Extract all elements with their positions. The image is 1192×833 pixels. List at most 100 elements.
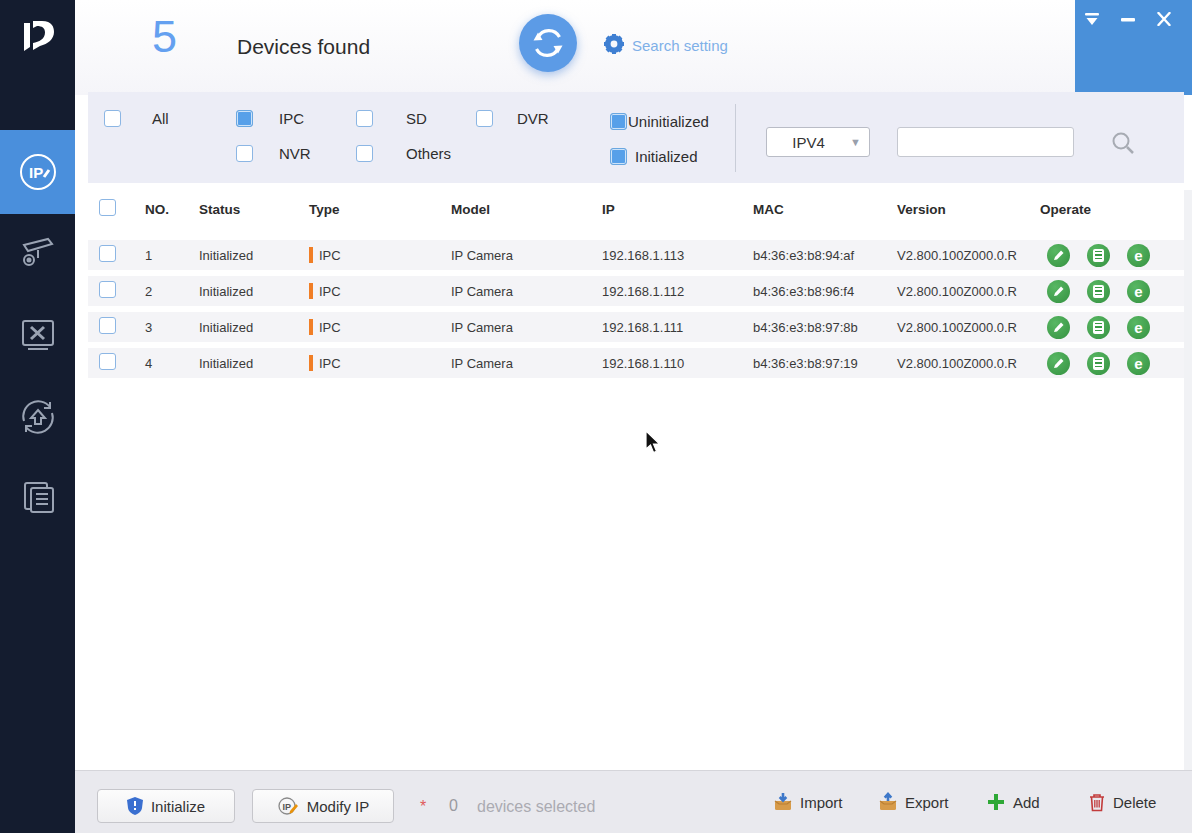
table-row: 3 Initialized IPC IP Camera 192.168.1.11… bbox=[88, 308, 1184, 344]
device-table: NO. Status Type Model IP MAC Version Ope… bbox=[88, 190, 1184, 380]
row-checkbox[interactable] bbox=[99, 317, 116, 334]
sidebar-item-reports[interactable] bbox=[0, 460, 75, 534]
cell-model: IP Camera bbox=[440, 284, 591, 299]
sidebar-item-ip-search[interactable]: IP bbox=[0, 130, 75, 214]
cell-version: V2.800.100Z000.0.R bbox=[886, 284, 1029, 299]
col-status: Status bbox=[188, 202, 298, 217]
filter-label-uninitialized: Uninitialized bbox=[628, 113, 709, 130]
export-label: Export bbox=[905, 794, 948, 811]
delete-label: Delete bbox=[1113, 794, 1156, 811]
chevron-down-icon: ▼ bbox=[850, 136, 861, 148]
cell-mac: b4:36:e3:b8:96:f4 bbox=[742, 284, 886, 299]
filter-checkbox-uninitialized[interactable] bbox=[610, 113, 627, 130]
main-panel: 5 Devices found Search setting bbox=[75, 0, 1192, 833]
filter-checkbox-nvr[interactable] bbox=[236, 145, 253, 162]
open-browser-button[interactable]: e bbox=[1127, 280, 1150, 303]
filter-label-sd: SD bbox=[406, 110, 427, 127]
edit-device-button[interactable] bbox=[1047, 280, 1070, 303]
import-label: Import bbox=[800, 794, 843, 811]
add-button[interactable]: Add bbox=[986, 792, 1040, 812]
required-asterisk: * bbox=[420, 798, 426, 816]
ip-version-select[interactable]: IPV4 ▼ bbox=[766, 127, 870, 157]
page-title: Devices found bbox=[237, 35, 370, 59]
cell-type: IPC bbox=[298, 319, 440, 335]
initialize-button[interactable]: Initialize bbox=[97, 789, 235, 823]
cell-mac: b4:36:e3:b8:94:af bbox=[742, 248, 886, 263]
cell-version: V2.800.100Z000.0.R bbox=[886, 248, 1029, 263]
filter-checkbox-sd[interactable] bbox=[356, 110, 373, 127]
export-button[interactable]: Export bbox=[878, 792, 948, 812]
refresh-button[interactable] bbox=[519, 14, 577, 72]
mouse-cursor bbox=[645, 430, 663, 456]
cell-mac: b4:36:e3:b8:97:8b bbox=[742, 320, 886, 335]
search-icon[interactable] bbox=[1110, 130, 1136, 160]
cell-version: V2.800.100Z000.0.R bbox=[886, 320, 1029, 335]
table-row: 4 Initialized IPC IP Camera 192.168.1.11… bbox=[88, 344, 1184, 380]
cell-type: IPC bbox=[298, 247, 440, 263]
search-setting-gear-icon[interactable] bbox=[603, 33, 625, 55]
sidebar-item-system-maintenance[interactable] bbox=[0, 297, 75, 371]
cell-no: 4 bbox=[134, 356, 188, 371]
filter-label-ipc: IPC bbox=[279, 110, 304, 127]
cell-mac: b4:36:e3:b8:97:19 bbox=[742, 356, 886, 371]
col-operate: Operate bbox=[1029, 202, 1184, 217]
col-model: Model bbox=[440, 202, 591, 217]
modify-ip-label: Modify IP bbox=[307, 798, 370, 815]
edit-device-button[interactable] bbox=[1047, 352, 1070, 375]
modify-ip-button[interactable]: IP Modify IP bbox=[252, 789, 394, 823]
edit-device-button[interactable] bbox=[1047, 244, 1070, 267]
cell-ip: 192.168.1.112 bbox=[591, 284, 742, 299]
minimize-icon[interactable] bbox=[1119, 10, 1137, 28]
row-checkbox[interactable] bbox=[99, 353, 116, 370]
delete-button[interactable]: Delete bbox=[1088, 792, 1156, 812]
search-input[interactable] bbox=[897, 127, 1074, 157]
cell-no: 3 bbox=[134, 320, 188, 335]
device-details-button[interactable] bbox=[1087, 352, 1110, 375]
filter-label-initialized: Initialized bbox=[635, 148, 698, 165]
cell-ip: 192.168.1.111 bbox=[591, 320, 742, 335]
device-details-button[interactable] bbox=[1087, 280, 1110, 303]
devices-found-count: 5 bbox=[152, 11, 177, 63]
cell-model: IP Camera bbox=[440, 320, 591, 335]
collapse-window-icon[interactable] bbox=[1083, 10, 1101, 28]
open-browser-button[interactable]: e bbox=[1127, 244, 1150, 267]
filter-panel: All IPC SD DVR NVR Others bbox=[88, 92, 1184, 183]
col-mac: MAC bbox=[742, 202, 886, 217]
select-all-checkbox[interactable] bbox=[99, 199, 116, 216]
window-titlebar bbox=[1075, 0, 1192, 95]
table-row: 1 Initialized IPC IP Camera 192.168.1.11… bbox=[88, 236, 1184, 272]
filter-checkbox-ipc[interactable] bbox=[236, 110, 253, 127]
footer-toolbar: Initialize IP Modify IP * 0 devices sele… bbox=[75, 770, 1192, 833]
sidebar-item-upgrade[interactable] bbox=[0, 380, 75, 454]
filter-checkbox-dvr[interactable] bbox=[476, 110, 493, 127]
cell-model: IP Camera bbox=[440, 356, 591, 371]
cell-no: 2 bbox=[134, 284, 188, 299]
row-checkbox[interactable] bbox=[99, 281, 116, 298]
filter-label-others: Others bbox=[406, 145, 451, 162]
open-browser-button[interactable]: e bbox=[1127, 352, 1150, 375]
config-tool-window: IP bbox=[0, 0, 1192, 833]
filter-label-all: All bbox=[152, 110, 169, 127]
import-button[interactable]: Import bbox=[773, 792, 843, 812]
sidebar-item-device-config[interactable] bbox=[0, 214, 75, 288]
initialize-label: Initialize bbox=[151, 798, 205, 815]
scrollbar-track[interactable] bbox=[1184, 190, 1192, 770]
filter-checkbox-others[interactable] bbox=[356, 145, 373, 162]
table-header: NO. Status Type Model IP MAC Version Ope… bbox=[88, 190, 1184, 228]
type-indicator-bar bbox=[309, 247, 313, 263]
row-checkbox[interactable] bbox=[99, 245, 116, 262]
type-indicator-bar bbox=[309, 319, 313, 335]
sidebar: IP bbox=[0, 0, 75, 833]
edit-device-button[interactable] bbox=[1047, 316, 1070, 339]
close-icon[interactable] bbox=[1155, 10, 1173, 28]
device-details-button[interactable] bbox=[1087, 316, 1110, 339]
filter-checkbox-initialized[interactable] bbox=[610, 148, 627, 165]
filter-checkbox-all[interactable] bbox=[104, 110, 121, 127]
type-indicator-bar bbox=[309, 355, 313, 371]
device-details-button[interactable] bbox=[1087, 244, 1110, 267]
open-browser-button[interactable]: e bbox=[1127, 316, 1150, 339]
ip-version-value: IPV4 bbox=[767, 134, 850, 151]
search-setting-label[interactable]: Search setting bbox=[632, 37, 728, 54]
type-indicator-bar bbox=[309, 283, 313, 299]
col-no: NO. bbox=[134, 202, 188, 217]
